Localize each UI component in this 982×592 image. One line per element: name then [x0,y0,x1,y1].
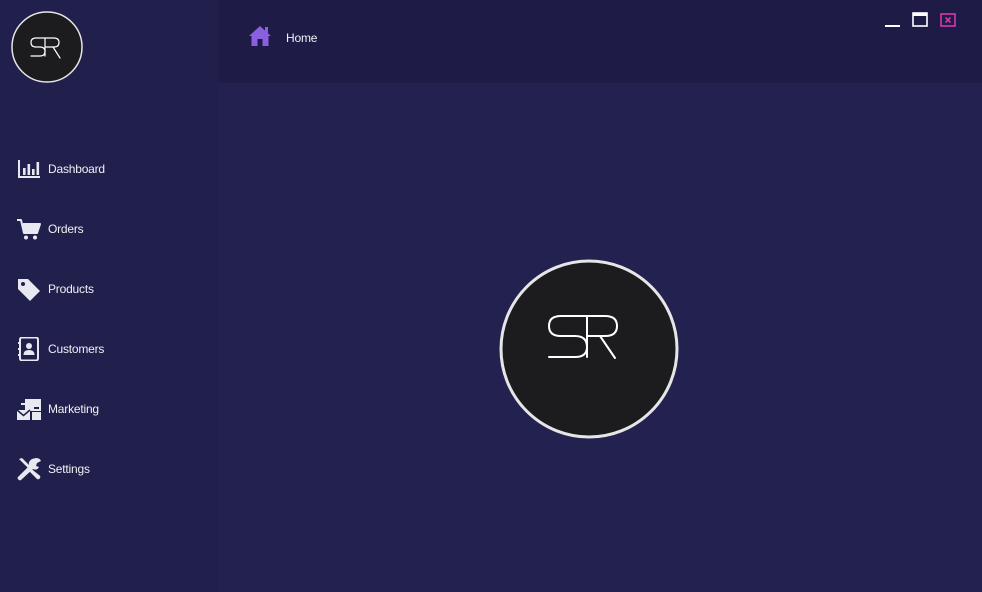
logo-icon [11,11,83,83]
bar-chart-icon [16,157,42,181]
sidebar-item-label: Products [48,282,94,296]
home-icon[interactable] [248,25,272,47]
mail-bulk-icon [16,397,42,421]
sidebar-nav: Dashboard Orders Products Customers Mark… [0,138,219,498]
sidebar-item-orders[interactable]: Orders [0,198,219,258]
sidebar-item-customers[interactable]: Customers [0,318,219,378]
sidebar-item-settings[interactable]: Settings [0,438,219,498]
logo-icon [499,259,679,439]
center-logo [499,259,679,439]
page-title: Home [286,31,318,45]
sidebar-item-label: Orders [48,222,84,236]
sidebar-item-label: Settings [48,462,90,476]
sidebar-item-marketing[interactable]: Marketing [0,378,219,438]
sidebar: Dashboard Orders Products Customers Mark… [0,0,219,592]
maximize-icon [912,12,928,27]
minimize-button[interactable] [883,11,901,29]
main-content [219,83,982,592]
close-button[interactable] [939,11,957,29]
sidebar-item-products[interactable]: Products [0,258,219,318]
sidebar-logo[interactable] [11,11,83,83]
title-bar: Home [219,0,982,83]
close-icon [940,13,956,27]
tag-icon [16,277,42,301]
sidebar-item-dashboard[interactable]: Dashboard [0,138,219,198]
minimize-icon [885,25,900,27]
sidebar-item-label: Dashboard [48,162,105,176]
tools-icon [16,457,42,481]
maximize-button[interactable] [911,11,929,29]
shopping-cart-icon [16,217,42,241]
address-book-icon [16,336,42,362]
sidebar-item-label: Customers [48,342,105,356]
sidebar-item-label: Marketing [48,402,99,416]
